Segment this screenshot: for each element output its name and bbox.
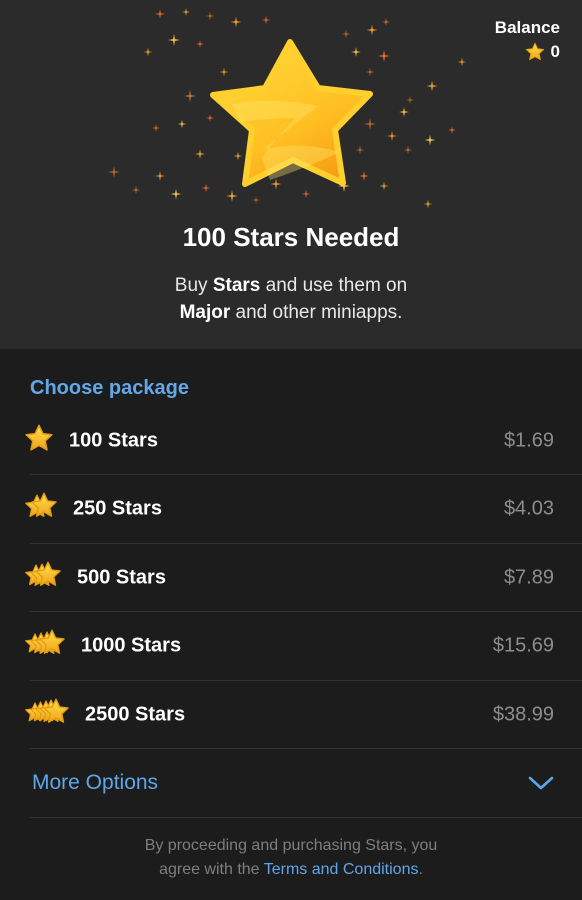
sparkle-icon — [155, 171, 165, 181]
terms-link[interactable]: Terms and Conditions — [264, 861, 419, 878]
star-icon — [525, 42, 545, 62]
sparkle-icon — [382, 18, 390, 26]
balance-indicator: Balance 0 — [495, 18, 560, 62]
package-price: $7.89 — [503, 566, 554, 589]
page-title: 100 Stars Needed — [182, 222, 400, 252]
package-option[interactable]: 250 Stars $4.03 — [0, 475, 582, 543]
sparkle-icon — [404, 146, 412, 154]
sparkle-icon — [196, 40, 204, 48]
sparkle-icon — [457, 57, 467, 67]
sparkle-icon — [201, 183, 211, 193]
sparkle-icon — [252, 196, 260, 204]
hero-star-icon — [108, 8, 467, 209]
sparkle-icon — [206, 114, 214, 122]
package-list: Choose package 100 Stars $1.69 250 Stars… — [0, 349, 582, 900]
section-title: Choose package — [30, 377, 189, 399]
sparkle-icon — [448, 126, 456, 134]
sparkle-icon — [152, 124, 160, 132]
balance-value: 0 — [550, 42, 560, 61]
sparkle-icon — [424, 134, 436, 146]
divider — [30, 817, 582, 818]
stars-header: Balance 0 100 Stars Needed Buy Stars and… — [0, 0, 582, 349]
package-price: $38.99 — [492, 703, 554, 726]
sparkle-icon — [366, 24, 378, 36]
package-price: $15.69 — [492, 634, 554, 657]
sparkle-icon — [301, 189, 311, 199]
sparkle-icon — [226, 190, 238, 202]
terms-notice: By proceeding and purchasing Stars, you … — [144, 837, 438, 878]
star-icon — [24, 698, 72, 733]
more-options-label: More Options — [32, 771, 159, 794]
sparkle-icon — [270, 178, 282, 190]
package-label: 250 Stars — [73, 497, 162, 520]
sparkle-icon — [378, 50, 390, 62]
sparkle-icon — [108, 166, 120, 178]
package-option[interactable]: 100 Stars $1.69 — [0, 407, 582, 475]
sparkle-icon — [351, 47, 361, 57]
sparkle-icon — [399, 107, 409, 117]
star-icon — [24, 424, 54, 459]
package-price: $4.03 — [503, 497, 554, 520]
star-icon — [24, 561, 64, 596]
sparkle-icon — [261, 15, 271, 25]
sparkle-icon — [205, 11, 215, 21]
sparkle-icon — [366, 68, 374, 76]
sparkle-icon — [364, 118, 376, 130]
sparkle-icon — [341, 29, 351, 39]
package-option[interactable]: 500 Stars $7.89 — [0, 544, 582, 612]
sparkle-icon — [219, 67, 229, 77]
sparkle-icon — [170, 188, 182, 200]
sparkle-icon — [359, 171, 369, 181]
package-price: $1.69 — [503, 429, 554, 452]
sparkle-icon — [184, 90, 196, 102]
sparkle-icon — [182, 8, 190, 16]
package-label: 100 Stars — [69, 429, 158, 452]
sparkle-icon — [426, 80, 438, 92]
package-option[interactable]: 1000 Stars $15.69 — [0, 612, 582, 680]
sparkle-icon — [233, 151, 243, 161]
sparkle-icon — [355, 145, 365, 155]
balance-label: Balance — [494, 18, 560, 37]
package-option[interactable]: 2500 Stars $38.99 — [0, 681, 582, 749]
more-options-button[interactable]: More Options — [0, 749, 582, 817]
chevron-down-icon — [528, 776, 554, 790]
sparkle-icon — [387, 131, 397, 141]
package-label: 500 Stars — [77, 566, 166, 589]
package-label: 1000 Stars — [81, 634, 182, 657]
header-description: Buy Stars and use them on Major and othe… — [174, 275, 408, 323]
sparkle-icon — [230, 16, 242, 28]
sparkle-icon — [423, 199, 433, 209]
sparkle-icon — [379, 181, 389, 191]
star-icon — [24, 629, 68, 664]
sparkle-icon — [155, 9, 165, 19]
sparkle-icon — [177, 119, 187, 129]
sparkle-icon — [406, 96, 414, 104]
sparkle-icon — [168, 34, 180, 46]
sparkle-icon — [132, 186, 140, 194]
star-icon — [24, 492, 60, 527]
sparkle-icon — [195, 149, 205, 159]
package-label: 2500 Stars — [85, 703, 186, 726]
sparkle-icon — [143, 47, 153, 57]
